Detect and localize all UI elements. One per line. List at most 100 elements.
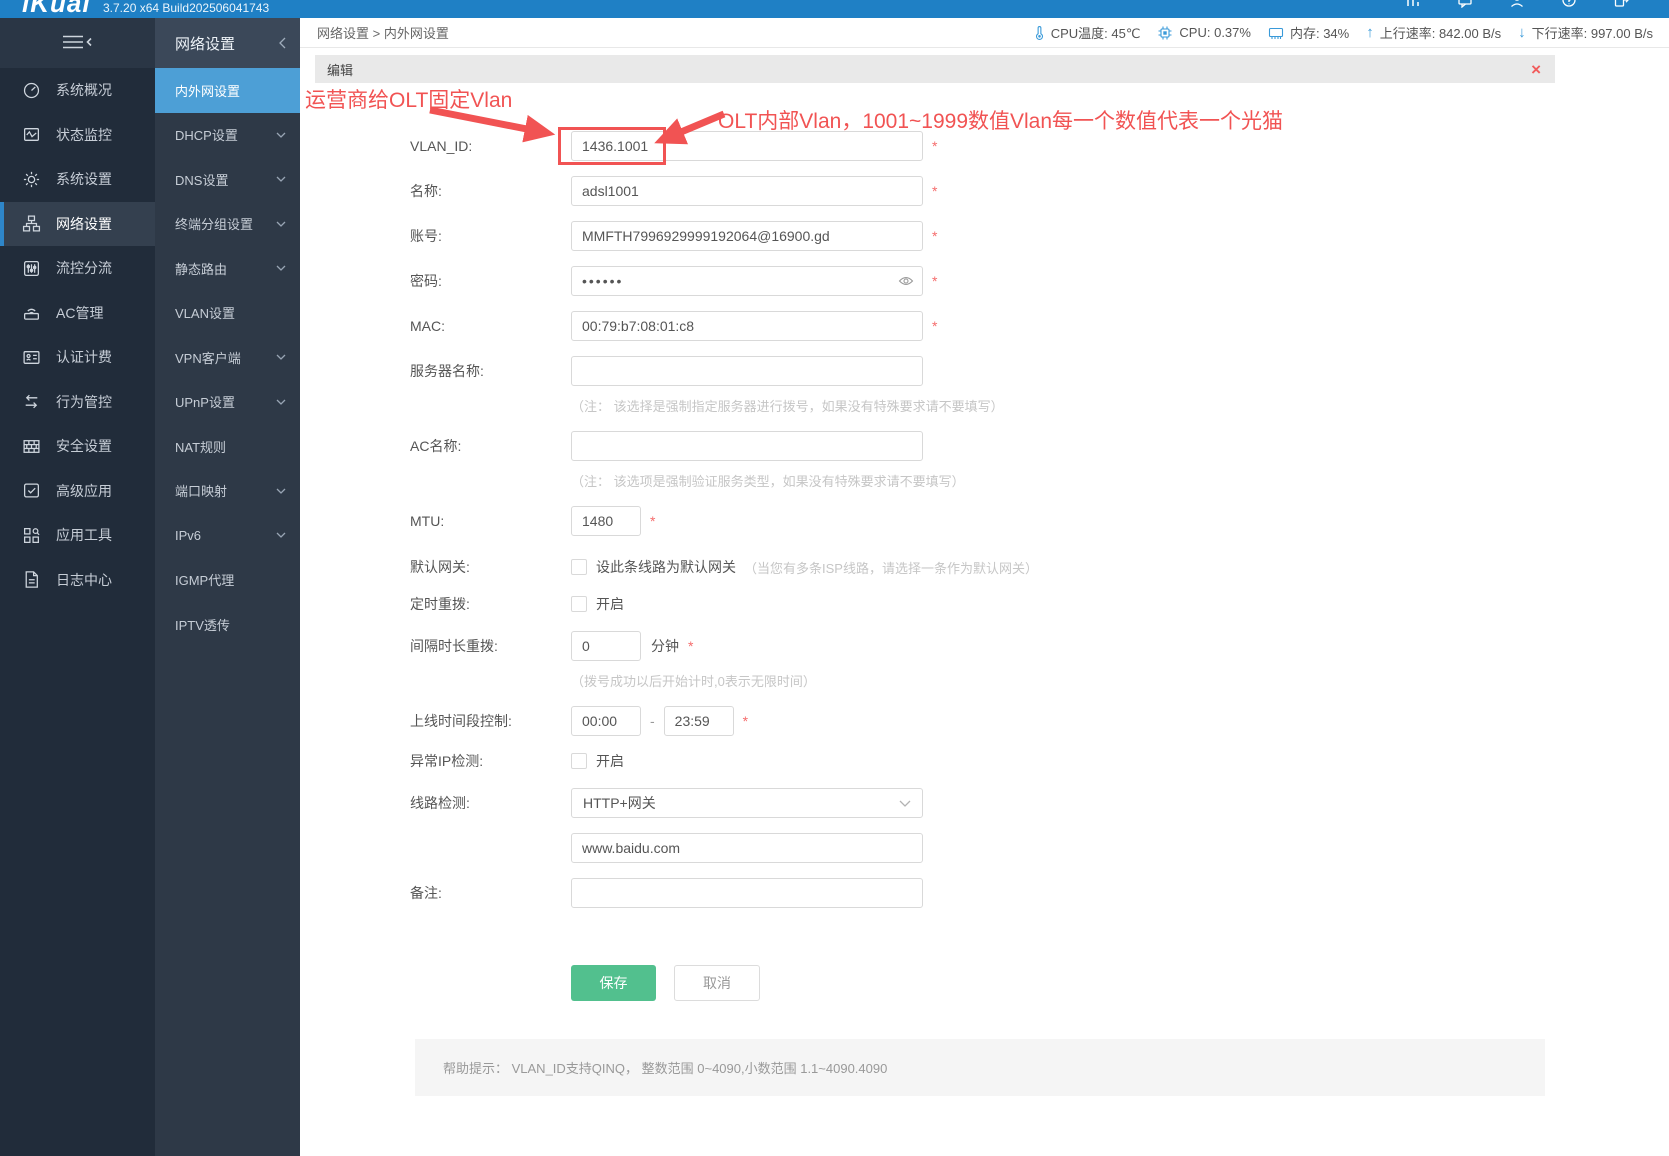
submenu-item-dhcp[interactable]: DHCP设置 (155, 113, 300, 158)
app-logo: iKuai (22, 0, 91, 18)
required-asterisk: * (688, 638, 694, 654)
name-label: 名称: (410, 183, 442, 199)
sidebar-item-network-settings[interactable]: 网络设置 (0, 201, 155, 246)
save-button[interactable]: 保存 (571, 965, 656, 1001)
time-range-dash: - (650, 713, 655, 729)
password-input[interactable] (571, 266, 923, 296)
server-name-input[interactable] (571, 356, 923, 386)
id-card-icon (21, 347, 41, 367)
name-input[interactable] (571, 176, 923, 206)
stats-icon[interactable] (1405, 0, 1421, 8)
submenu-item-nat-rules[interactable]: NAT规则 (155, 424, 300, 469)
close-icon[interactable]: × (1531, 61, 1541, 78)
scheduled-redial-checkbox[interactable] (571, 596, 587, 612)
submenu-item-port-mapping[interactable]: 端口映射 (155, 469, 300, 514)
up-arrow-icon: ↑ (1366, 24, 1374, 41)
wireless-router-icon (21, 303, 41, 323)
submenu-item-dns[interactable]: DNS设置 (155, 157, 300, 202)
cpu-temp-status: CPU温度: 45℃ (1034, 23, 1140, 42)
required-asterisk: * (650, 513, 656, 529)
line-check-url-input[interactable] (571, 833, 923, 863)
help-tip: 帮助提示： VLAN_ID支持QINQ， 整数范围 0~4090,小数范围 1.… (415, 1039, 1545, 1096)
cpu-usage-status: CPU: 0.37% (1157, 25, 1251, 41)
sidebar-item-advanced-apps[interactable]: 高级应用 (0, 469, 155, 514)
network-icon (21, 214, 41, 234)
sidebar-item-app-tools[interactable]: 应用工具 (0, 513, 155, 558)
abnormal-ip-check-checkbox-label: 开启 (596, 753, 624, 769)
submenu-item-wan-lan[interactable]: 内外网设置 (155, 68, 300, 113)
mac-label: MAC: (410, 318, 445, 334)
remark-input[interactable] (571, 878, 923, 908)
vlan-id-label: VLAN_ID: (410, 138, 473, 154)
upload-rate-status: ↑ 上行速率: 842.00 B/s (1366, 24, 1502, 41)
chevron-down-icon (276, 354, 286, 361)
mac-input[interactable] (571, 311, 923, 341)
submenu-item-iptv-passthrough[interactable]: IPTV透传 (155, 602, 300, 647)
chevron-down-icon (276, 532, 286, 539)
app-version: 3.7.20 x64 Build202506041743 (103, 1, 270, 15)
online-time-label: 上线时间段控制: (410, 713, 512, 729)
chevron-left-icon[interactable] (279, 37, 286, 49)
online-time-from-input[interactable] (571, 706, 641, 736)
logout-icon[interactable] (1613, 0, 1629, 8)
message-icon[interactable] (1457, 0, 1473, 8)
calendar-check-icon (21, 481, 41, 501)
required-asterisk: * (932, 318, 938, 334)
sidebar-item-ac-management[interactable]: AC管理 (0, 291, 155, 336)
line-check-select[interactable]: HTTP+网关 (571, 788, 923, 818)
password-label: 密码: (410, 273, 442, 289)
thermometer-icon (1034, 25, 1045, 41)
eye-icon[interactable] (898, 275, 914, 287)
sidebar-item-behavior-control[interactable]: 行为管控 (0, 380, 155, 425)
required-asterisk: * (742, 713, 749, 729)
sidebar-item-log-center[interactable]: 日志中心 (0, 558, 155, 603)
account-input[interactable] (571, 221, 923, 251)
panel-title: 编辑 (327, 62, 354, 78)
submenu-item-vpn-client[interactable]: VPN客户端 (155, 335, 300, 380)
required-asterisk: * (932, 183, 938, 199)
ac-name-input[interactable] (571, 431, 923, 461)
sidebar-item-status-monitor[interactable]: 状态监控 (0, 113, 155, 158)
help-icon[interactable] (1561, 0, 1577, 8)
top-bar: iKuai 3.7.20 x64 Build202506041743 (0, 0, 1669, 18)
default-gateway-label: 默认网关: (410, 559, 470, 575)
redial-interval-input[interactable] (571, 631, 641, 661)
required-asterisk: * (932, 228, 938, 244)
abnormal-ip-check-label: 异常IP检测: (410, 753, 484, 769)
submenu-item-vlan[interactable]: VLAN设置 (155, 291, 300, 336)
cpu-chip-icon (1157, 25, 1173, 41)
breadcrumb: 网络设置 > 内外网设置 (317, 26, 449, 41)
sidebar-item-security-settings[interactable]: 安全设置 (0, 424, 155, 469)
mtu-label: MTU: (410, 513, 445, 529)
sidebar-item-auth-billing[interactable]: 认证计费 (0, 335, 155, 380)
submenu-item-terminal-group[interactable]: 终端分组设置 (155, 202, 300, 247)
sidebar-item-system-overview[interactable]: 系统概况 (0, 68, 155, 113)
log-document-icon (21, 570, 41, 590)
cancel-button[interactable]: 取消 (674, 965, 760, 1001)
ac-name-label: AC名称: (410, 438, 462, 454)
online-time-to-input[interactable] (663, 706, 734, 736)
mtu-input[interactable] (571, 506, 641, 536)
submenu-item-ipv6[interactable]: IPv6 (155, 513, 300, 558)
sidebar-collapse-button[interactable] (0, 18, 155, 68)
chevron-down-icon (276, 399, 286, 405)
default-gateway-checkbox[interactable] (571, 559, 587, 575)
edit-panel-header: 编辑 × (315, 55, 1555, 83)
server-name-note: （注： 该选择是强制指定服务器进行拨号，如果没有特殊要求请不要填写） (571, 399, 1004, 414)
submenu-item-igmp-proxy[interactable]: IGMP代理 (155, 558, 300, 603)
abnormal-ip-check-checkbox[interactable] (571, 753, 587, 769)
edit-form: VLAN_ID: * 名称: * 账号: (315, 83, 1555, 1096)
default-gateway-note: （当您有多条ISP线路，请选择一条作为默认网关） (744, 560, 1038, 576)
submenu-item-static-route[interactable]: 静态路由 (155, 246, 300, 291)
account-label: 账号: (410, 228, 442, 244)
monitor-wave-icon (21, 125, 41, 145)
tools-grid-icon (21, 525, 41, 545)
sidebar-item-flow-control[interactable]: 流控分流 (0, 246, 155, 291)
submenu-item-upnp[interactable]: UPnP设置 (155, 380, 300, 425)
sidebar-item-system-settings[interactable]: 系统设置 (0, 157, 155, 202)
sliders-icon (21, 258, 41, 278)
vlan-id-input[interactable] (571, 131, 923, 161)
user-icon[interactable] (1509, 0, 1525, 8)
line-check-label: 线路检测: (410, 795, 470, 811)
chevron-down-icon (276, 132, 286, 138)
